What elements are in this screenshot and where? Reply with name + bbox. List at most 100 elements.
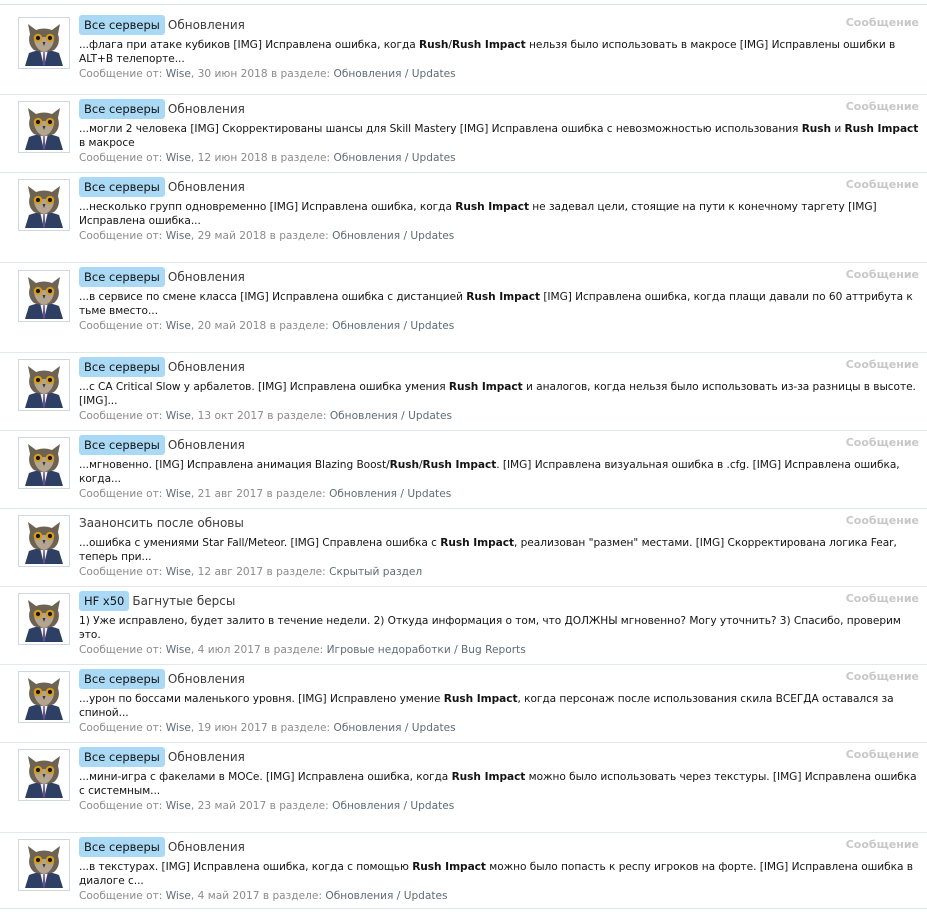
avatar[interactable] — [18, 179, 70, 231]
meta-in-forum: в разделе: — [263, 566, 330, 578]
owl-avatar-icon — [21, 182, 67, 228]
search-result-item: Сообщение Все серверы Обновления ...несколь… — [0, 173, 927, 263]
forum-link[interactable]: Обновления / Updates — [332, 320, 454, 332]
meta-in-forum: в разделе: — [267, 68, 334, 80]
forum-link[interactable]: Скрытый раздел — [329, 566, 422, 578]
result-content: Все серверы Обновления ...могли 2 человека… — [79, 99, 919, 165]
result-snippet[interactable]: ...ошибка с умениями Star Fall/Meteor. [… — [79, 536, 919, 564]
forum-link[interactable]: Обновления / Updates — [329, 488, 451, 500]
thread-title-link[interactable]: Обновления — [168, 672, 245, 686]
thread-prefix-badge[interactable]: HF x50 — [79, 591, 130, 611]
search-result-item: Сообщение HF x50 Багнутые берсы 1) Уже испр… — [0, 587, 927, 665]
thread-prefix-badge[interactable]: Все серверы — [79, 267, 165, 287]
forum-link[interactable]: Игровые недоработки / Bug Reports — [327, 644, 526, 656]
author-link[interactable]: Wise — [166, 644, 191, 656]
result-snippet[interactable]: ...мгновенно. [IMG] Исправлена анимация … — [79, 458, 919, 486]
meta-separator: , — [190, 152, 198, 164]
result-title-row: Заанонсить после обновы — [79, 513, 919, 533]
post-date: 12 июн 2018 — [197, 152, 268, 164]
forum-link[interactable]: Обновления / Updates — [330, 410, 452, 422]
result-snippet[interactable]: ...мини-игра с факелами в МОСе. [IMG] Ис… — [79, 770, 919, 798]
thread-title-link[interactable]: Обновления — [168, 18, 245, 32]
thread-prefix-badge[interactable]: Все серверы — [79, 357, 165, 377]
meta-prefix: Сообщение от: — [79, 566, 166, 578]
author-link[interactable]: Wise — [166, 320, 191, 332]
result-title-row: Все серверы Обновления — [79, 837, 919, 857]
thread-prefix-badge[interactable]: Все серверы — [79, 99, 165, 119]
post-date: 4 июл 2017 — [197, 644, 261, 656]
avatar[interactable] — [18, 359, 70, 411]
thread-title-link[interactable]: Обновления — [168, 270, 245, 284]
thread-prefix-badge[interactable]: Все серверы — [79, 15, 165, 35]
post-date: 23 май 2017 — [197, 800, 267, 812]
thread-title-link[interactable]: Багнутые берсы — [132, 594, 235, 608]
result-title-row: Все серверы Обновления — [79, 99, 919, 119]
search-result-item: Сообщение Все серверы Обновления ...в текст… — [0, 833, 927, 909]
result-meta: Сообщение от: Wise, 13 окт 2017 в раздел… — [79, 410, 919, 423]
result-snippet[interactable]: ...в сервисе по смене класса [IMG] Испра… — [79, 290, 919, 318]
meta-separator: , — [190, 488, 198, 500]
avatar[interactable] — [18, 270, 70, 322]
thread-prefix-badge[interactable]: Все серверы — [79, 669, 165, 689]
result-snippet[interactable]: ...могли 2 человека [IMG] Скорректирован… — [79, 122, 919, 150]
author-link[interactable]: Wise — [166, 410, 191, 422]
result-snippet[interactable]: ...флага при атаке кубиков [IMG] Исправл… — [79, 38, 919, 66]
avatar[interactable] — [18, 437, 70, 489]
author-link[interactable]: Wise — [166, 230, 191, 242]
meta-separator: , — [190, 410, 198, 422]
avatar[interactable] — [18, 749, 70, 801]
thread-title-link[interactable]: Заанонсить после обновы — [79, 516, 244, 530]
meta-in-forum: в разделе: — [263, 410, 330, 422]
avatar[interactable] — [18, 593, 70, 645]
meta-in-forum: в разделе: — [259, 890, 326, 902]
avatar[interactable] — [18, 515, 70, 567]
forum-link[interactable]: Обновления / Updates — [333, 722, 455, 734]
meta-prefix: Сообщение от: — [79, 320, 166, 332]
author-link[interactable]: Wise — [166, 566, 191, 578]
author-link[interactable]: Wise — [166, 800, 191, 812]
search-results-list: Сообщение Все серверы Обновления ...флага п… — [0, 5, 927, 909]
search-result-item: Сообщение Все серверы Обновления ...мгновен… — [0, 431, 927, 509]
post-date: 29 май 2018 — [197, 230, 267, 242]
thread-prefix-badge[interactable]: Все серверы — [79, 177, 165, 197]
search-result-item: Сообщение Все серверы Обновления ...урон по… — [0, 665, 927, 743]
result-snippet[interactable]: ...с СА Critical Slow у арбалетов. [IMG]… — [79, 380, 919, 408]
meta-in-forum: в разделе: — [266, 800, 333, 812]
thread-prefix-badge[interactable]: Все серверы — [79, 837, 165, 857]
result-meta: Сообщение от: Wise, 19 июн 2017 в раздел… — [79, 722, 919, 735]
meta-prefix: Сообщение от: — [79, 68, 166, 80]
author-link[interactable]: Wise — [166, 152, 191, 164]
result-snippet[interactable]: ...несколько групп одновременно [IMG] Ис… — [79, 200, 919, 228]
avatar[interactable] — [18, 101, 70, 153]
thread-title-link[interactable]: Обновления — [168, 840, 245, 854]
avatar[interactable] — [18, 671, 70, 723]
thread-title-link[interactable]: Обновления — [168, 750, 245, 764]
forum-link[interactable]: Обновления / Updates — [332, 230, 454, 242]
result-content: Заанонсить после обновы ...ошибка с умени… — [79, 513, 919, 579]
forum-link[interactable]: Обновления / Updates — [332, 800, 454, 812]
result-snippet[interactable]: ...в текстурах. [IMG] Исправлена ошибка,… — [79, 860, 919, 888]
forum-link[interactable]: Обновления / Updates — [325, 890, 447, 902]
author-link[interactable]: Wise — [166, 488, 191, 500]
forum-link[interactable]: Обновления / Updates — [333, 68, 455, 80]
owl-avatar-icon — [21, 674, 67, 720]
result-snippet[interactable]: 1) Уже исправлено, будет залито в течени… — [79, 614, 919, 642]
result-title-row: Все серверы Обновления — [79, 747, 919, 767]
thread-title-link[interactable]: Обновления — [168, 438, 245, 452]
result-content: Все серверы Обновления ...мгновенно. [IMG]… — [79, 435, 919, 501]
forum-link[interactable]: Обновления / Updates — [333, 152, 455, 164]
avatar[interactable] — [18, 17, 70, 69]
thread-prefix-badge[interactable]: Все серверы — [79, 747, 165, 767]
thread-title-link[interactable]: Обновления — [168, 180, 245, 194]
thread-title-link[interactable]: Обновления — [168, 102, 245, 116]
search-result-item: Сообщение Все серверы Обновления ...мини-иг… — [0, 743, 927, 833]
avatar[interactable] — [18, 839, 70, 891]
result-snippet[interactable]: ...урон по боссами маленького уровня. [I… — [79, 692, 919, 720]
thread-prefix-badge[interactable]: Все серверы — [79, 435, 165, 455]
author-link[interactable]: Wise — [166, 68, 191, 80]
thread-title-link[interactable]: Обновления — [168, 360, 245, 374]
result-meta: Сообщение от: Wise, 20 май 2018 в раздел… — [79, 320, 919, 333]
author-link[interactable]: Wise — [166, 722, 191, 734]
meta-prefix: Сообщение от: — [79, 410, 166, 422]
author-link[interactable]: Wise — [166, 890, 191, 902]
